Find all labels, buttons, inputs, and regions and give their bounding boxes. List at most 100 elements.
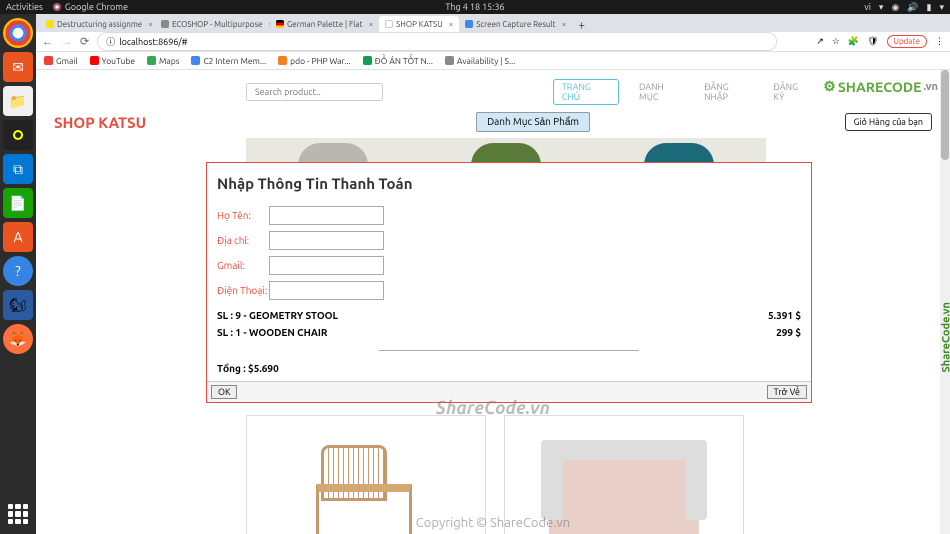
- checkout-modal: Nhập Thông Tin Thanh Toán Họ Tên: Địa ch…: [206, 162, 812, 403]
- divider: [379, 350, 639, 351]
- info-icon[interactable]: ⓘ: [106, 35, 115, 48]
- shop-top-nav: TRANG CHỦ DANH MỤC ĐĂNG NHẬP ĐĂNG KÝ: [246, 82, 810, 102]
- battery-icon[interactable]: ▮: [927, 2, 932, 13]
- close-icon[interactable]: ×: [562, 20, 567, 29]
- dock-firefox[interactable]: 🦊: [3, 324, 33, 354]
- input-diachi[interactable]: [269, 231, 384, 250]
- scrollbar-thumb[interactable]: [941, 70, 949, 160]
- bookmarks-bar: Gmail YouTube Maps C2 Intern Mem... pdo …: [36, 52, 950, 70]
- tab-bar: Destructuring assignme× ECOSHOP - Multip…: [36, 14, 950, 32]
- back-button[interactable]: ←: [42, 36, 53, 48]
- update-button[interactable]: Update: [887, 35, 927, 48]
- bookmark-c2intern[interactable]: C2 Intern Mem...: [191, 56, 266, 66]
- new-tab-button[interactable]: +: [572, 19, 591, 32]
- drive-icon: [363, 56, 372, 65]
- bookmark-icon[interactable]: ☆: [832, 36, 840, 47]
- current-app[interactable]: Google Chrome: [53, 2, 128, 12]
- order-total: Tổng : $5.690: [217, 363, 801, 375]
- product-image: [549, 440, 699, 534]
- watermark-logo: ⚙SHARECODE.vn: [823, 78, 938, 95]
- tab-ecoshop[interactable]: ECOSHOP - Multipurpose×: [155, 16, 270, 32]
- tab-favicon: [46, 20, 54, 28]
- dock-chrome[interactable]: [3, 18, 33, 48]
- bookmark-pdo[interactable]: pdo - PHP War...: [278, 56, 350, 66]
- chrome-icon: [53, 3, 61, 11]
- category-dropdown[interactable]: Danh Mục Sản Phẩm: [476, 112, 590, 132]
- back-button-modal[interactable]: Trở Về: [767, 385, 807, 399]
- tab-destructuring[interactable]: Destructuring assignme×: [40, 16, 155, 32]
- flag-icon: [276, 20, 284, 28]
- dock-vscode[interactable]: ⧉: [3, 154, 33, 184]
- label-hoten: Họ Tên:: [217, 210, 269, 221]
- stackoverflow-icon: [278, 56, 287, 65]
- volume-icon[interactable]: 🔊: [907, 2, 918, 13]
- activities-button[interactable]: Activities: [6, 2, 43, 12]
- dock-dbeaver[interactable]: 🐿: [3, 290, 33, 320]
- watermark-mid: ShareCode.vn: [436, 398, 550, 418]
- input-dienthoai[interactable]: [269, 281, 384, 300]
- input-lang[interactable]: vi: [864, 2, 871, 12]
- cart-button[interactable]: Giỏ Hàng của bạn: [845, 113, 932, 131]
- power-icon[interactable]: ▾: [939, 2, 944, 13]
- dock-help[interactable]: ?: [3, 256, 33, 286]
- browser-window: Destructuring assignme× ECOSHOP - Multip…: [36, 14, 950, 534]
- tab-screen-capture[interactable]: Screen Capture Result×: [459, 16, 572, 32]
- label-gmail: Gmail:: [217, 260, 269, 271]
- page-content: ⚙SHARECODE.vn ShareCode.vn TRANG CHỦ DAN…: [36, 70, 950, 534]
- nav-danh-muc[interactable]: DANH MỤC: [639, 82, 684, 102]
- adblock-icon[interactable]: 🛡: [867, 36, 878, 47]
- modal-title: Nhập Thông Tin Thanh Toán: [217, 175, 801, 192]
- product-image: [306, 435, 426, 534]
- close-icon[interactable]: ×: [148, 20, 153, 29]
- maps-icon: [147, 56, 156, 65]
- label-dienthoai: Điện Thoại:: [217, 285, 269, 296]
- doc-icon: [191, 56, 200, 65]
- nav-dang-ky[interactable]: ĐĂNG KÝ: [773, 82, 810, 102]
- tab-favicon: [161, 20, 169, 28]
- tab-favicon: [385, 20, 393, 28]
- reload-button[interactable]: ⟳: [80, 35, 89, 48]
- url-input[interactable]: ⓘ localhost:8696/#: [97, 32, 777, 51]
- clock[interactable]: Thg 4 18 15:36: [445, 2, 504, 12]
- input-hoten[interactable]: [269, 206, 384, 225]
- ok-button[interactable]: OK: [211, 385, 237, 399]
- nav-dang-nhap[interactable]: ĐĂNG NHẬP: [704, 82, 753, 102]
- show-apps-button[interactable]: [4, 500, 32, 528]
- bookmark-gmail[interactable]: Gmail: [44, 56, 78, 66]
- dock-obs[interactable]: [3, 120, 33, 150]
- dock-libreoffice[interactable]: 📄: [3, 188, 33, 218]
- close-icon[interactable]: ×: [449, 20, 454, 29]
- search-input[interactable]: [246, 83, 383, 101]
- tab-german-palette[interactable]: German Palette | Flat×: [270, 16, 379, 32]
- order-item: SL : 1 - WOODEN CHAIR299 $: [217, 327, 801, 338]
- shop-logo[interactable]: SHOP KATSU: [54, 114, 146, 131]
- tab-shop-katsu[interactable]: SHOP KATSU×: [379, 16, 459, 32]
- ubuntu-top-bar: Activities Google Chrome Thg 4 18 15:36 …: [0, 0, 950, 14]
- watermark-copyright: Copyright © ShareCode.vn: [416, 516, 570, 530]
- nav-trang-chu[interactable]: TRANG CHỦ: [553, 79, 619, 105]
- bookmark-doan[interactable]: ĐỒ ÁN TỐT N...: [363, 56, 433, 66]
- dock-thunderbird[interactable]: ✉: [3, 52, 33, 82]
- watermark-side: ShareCode.vn: [940, 302, 950, 372]
- gmail-icon: [44, 56, 53, 65]
- label-diachi: Địa chỉ:: [217, 235, 269, 247]
- share-icon[interactable]: ↗: [816, 36, 824, 47]
- bookmark-availability[interactable]: Availability | S...: [445, 56, 515, 66]
- youtube-icon: [90, 56, 99, 65]
- extension-icon[interactable]: 🧩: [848, 36, 859, 47]
- dock-ubuntu-software[interactable]: A: [3, 222, 33, 252]
- input-gmail[interactable]: [269, 256, 384, 275]
- site-icon: [445, 56, 454, 65]
- close-icon[interactable]: ×: [369, 20, 374, 29]
- bookmark-maps[interactable]: Maps: [147, 56, 179, 66]
- address-bar: ← → ⟳ ⓘ localhost:8696/# ↗ ☆ 🧩 🛡 Update …: [36, 32, 950, 52]
- dock-files[interactable]: 📁: [3, 86, 33, 116]
- ubuntu-dock: ✉ 📁 ⧉ 📄 A ? 🐿 🦊: [0, 14, 36, 534]
- forward-button[interactable]: →: [61, 36, 72, 48]
- network-icon[interactable]: ▾: [879, 2, 884, 13]
- bookmark-youtube[interactable]: YouTube: [90, 56, 135, 66]
- menu-icon[interactable]: ⋮: [935, 36, 944, 47]
- wifi-icon[interactable]: ◉: [891, 2, 899, 13]
- shop-header: SHOP KATSU Danh Mục Sản Phẩm Giỏ Hàng củ…: [54, 112, 932, 132]
- order-item: SL : 9 - GEOMETRY STOOL5.391 $: [217, 310, 801, 321]
